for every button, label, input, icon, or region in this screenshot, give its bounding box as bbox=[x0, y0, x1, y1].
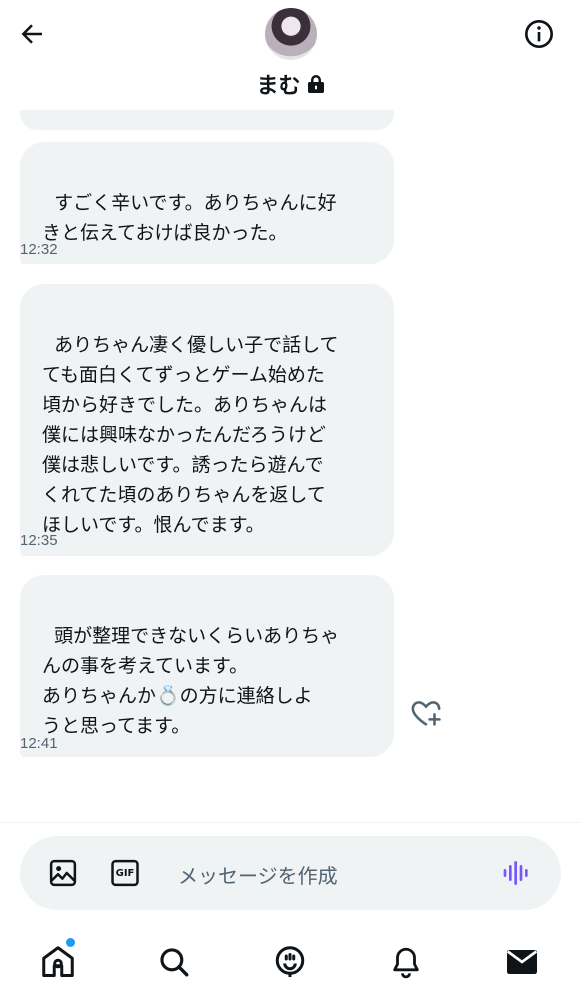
user-name: まむ bbox=[256, 74, 301, 99]
bell-icon bbox=[393, 947, 419, 979]
divider bbox=[0, 822, 581, 823]
message-text: すごく辛いです。ありちゃんに好 きと伝えておけば良かった。 bbox=[42, 192, 337, 244]
message-time: 12:41 bbox=[20, 735, 58, 752]
message-text: ありちゃん凄く優しい子で話して ても面白くてずっとゲーム始めた 頃から好きでした… bbox=[42, 334, 339, 536]
conversation-title[interactable]: まむ bbox=[0, 68, 581, 100]
back-button[interactable] bbox=[14, 16, 50, 52]
gif-label: GIF bbox=[115, 867, 135, 879]
mail-icon bbox=[506, 950, 538, 974]
nav-home[interactable] bbox=[36, 940, 80, 984]
heart-plus-icon bbox=[411, 701, 441, 726]
message-bubble[interactable]: 頭が整理できないくらいありちゃ んの事を考えています。 ありちゃんか💍の方に連絡… bbox=[20, 575, 394, 757]
add-image-button[interactable] bbox=[44, 854, 82, 892]
nav-notifications[interactable] bbox=[384, 940, 428, 984]
info-button[interactable] bbox=[521, 16, 557, 52]
nav-communities[interactable] bbox=[268, 940, 312, 984]
communities-icon bbox=[275, 946, 305, 977]
voice-wave-icon bbox=[503, 861, 528, 885]
message-bubble[interactable]: すごく辛いです。ありちゃんに好 きと伝えておけば良かった。 bbox=[20, 142, 394, 264]
add-reaction-button[interactable] bbox=[408, 695, 444, 731]
search-icon bbox=[160, 948, 189, 977]
message-bubble[interactable]: ありちゃん凄く優しい子で話して ても面白くてずっとゲーム始めた 頃から好きでした… bbox=[20, 284, 394, 556]
avatar[interactable] bbox=[265, 8, 317, 60]
notification-dot bbox=[66, 938, 75, 947]
info-icon bbox=[525, 20, 553, 48]
voice-message-button[interactable] bbox=[498, 854, 536, 892]
arrow-left-icon bbox=[21, 24, 42, 44]
message-input[interactable]: メッセージを作成 bbox=[178, 860, 338, 889]
message-time: 12:35 bbox=[20, 532, 58, 549]
conversation-header: まむ bbox=[0, 0, 581, 110]
message-composer[interactable]: GIF メッセージを作成 bbox=[20, 836, 561, 910]
lock-icon bbox=[307, 75, 324, 93]
bottom-navigation bbox=[0, 930, 581, 996]
message-time: 12:32 bbox=[20, 241, 58, 258]
message-text: 頭が整理できないくらいありちゃ んの事を考えています。 ありちゃんか💍の方に連絡… bbox=[42, 625, 340, 737]
home-icon bbox=[42, 946, 74, 977]
nav-search[interactable] bbox=[152, 940, 196, 984]
add-gif-button[interactable]: GIF bbox=[106, 854, 144, 892]
image-icon bbox=[49, 859, 77, 887]
nav-messages[interactable] bbox=[500, 940, 544, 984]
